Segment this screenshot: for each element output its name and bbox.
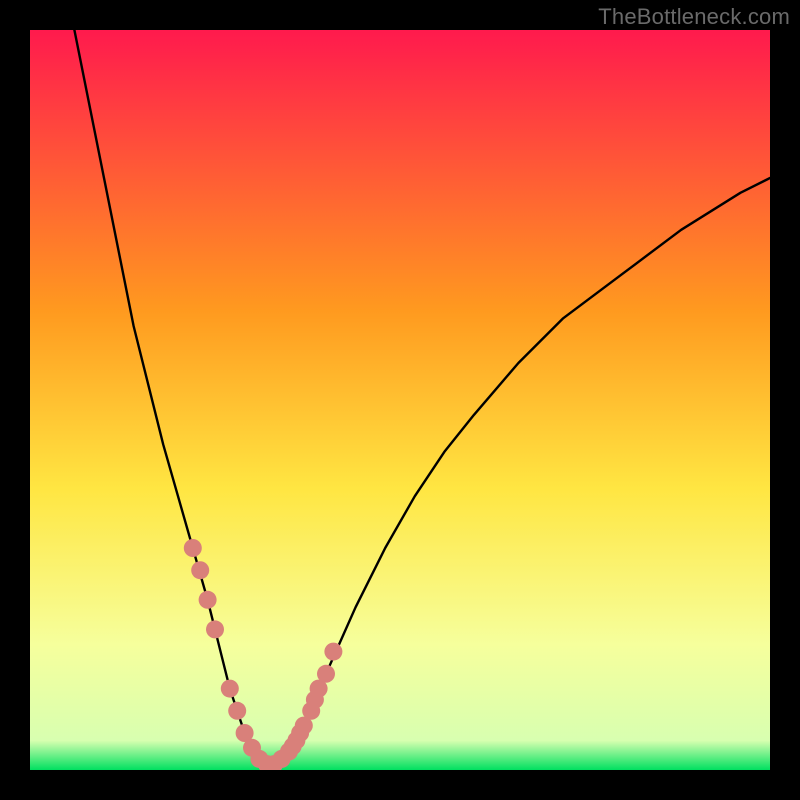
marker-point	[221, 680, 239, 698]
marker-point	[206, 620, 224, 638]
marker-point	[191, 561, 209, 579]
gradient-background	[30, 30, 770, 770]
marker-point	[199, 591, 217, 609]
chart-svg	[30, 30, 770, 770]
marker-point	[324, 643, 342, 661]
marker-point	[317, 665, 335, 683]
watermark-text: TheBottleneck.com	[598, 4, 790, 30]
marker-point	[184, 539, 202, 557]
marker-point	[228, 702, 246, 720]
plot-area	[30, 30, 770, 770]
chart-frame: TheBottleneck.com	[0, 0, 800, 800]
